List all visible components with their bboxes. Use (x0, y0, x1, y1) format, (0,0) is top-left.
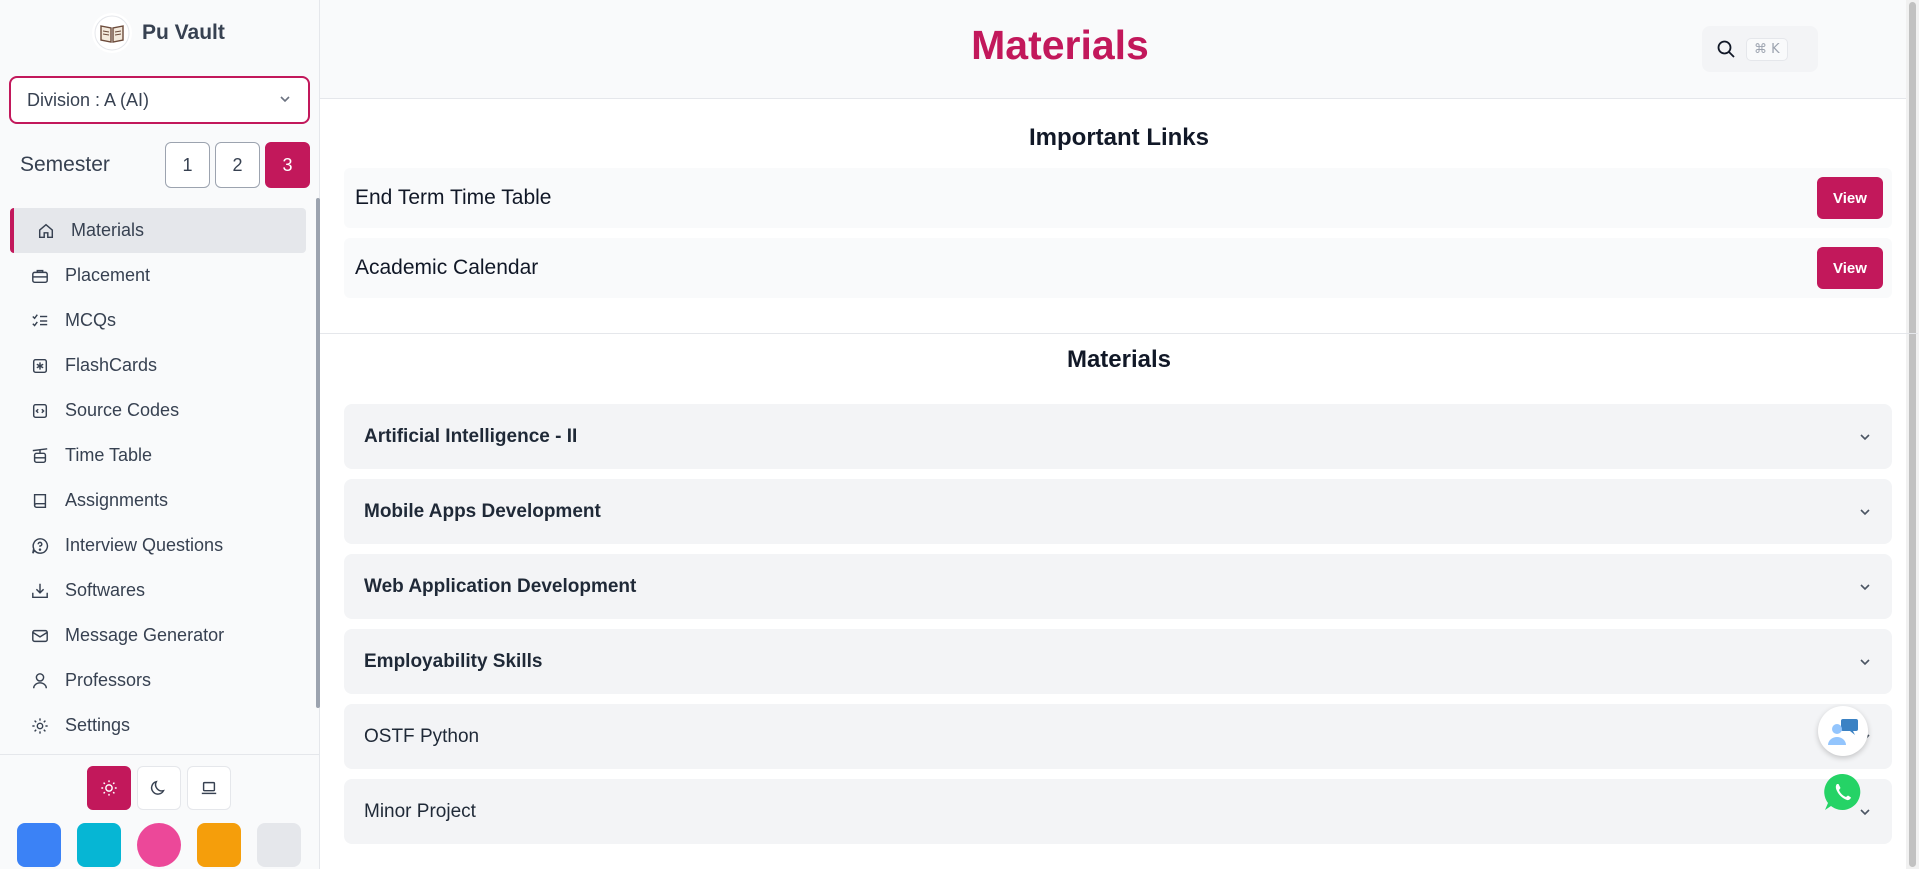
gear-icon (30, 716, 50, 736)
dark-mode-button[interactable] (137, 766, 181, 810)
code-file-icon (30, 401, 50, 421)
briefcase-icon (30, 266, 50, 286)
accordion-item[interactable]: Employability Skills (344, 629, 1892, 694)
semester-label: Semester (20, 153, 110, 176)
accordion-title: Artificial Intelligence - II (364, 425, 578, 447)
sidebar-item-label: Time Table (65, 445, 153, 465)
sidebar-item-label: Settings (65, 715, 131, 735)
sidebar-item-label: FlashCards (65, 355, 158, 375)
swatch-gray[interactable] (257, 823, 301, 867)
search-button[interactable]: ⌘ K (1702, 26, 1818, 72)
laptop-icon (201, 781, 217, 795)
sidebar-footer (0, 754, 320, 869)
sidebar-item-label: Softwares (65, 580, 146, 600)
sidebar-item-interview-questions[interactable]: Interview Questions (10, 523, 306, 568)
sidebar-item-flashcards[interactable]: FlashCards (10, 343, 306, 388)
sidebar: Pu Vault Division : A (AI) Semester 1 2 … (0, 0, 320, 869)
brand[interactable]: Pu Vault (92, 12, 225, 54)
search-shortcut: ⌘ K (1746, 37, 1788, 61)
system-mode-button[interactable] (187, 766, 231, 810)
division-select[interactable]: Division : A (AI) (9, 76, 310, 124)
search-icon (1717, 40, 1735, 58)
swatch-cyan[interactable] (77, 823, 121, 867)
sidebar-item-professors[interactable]: Professors (10, 658, 306, 703)
top-bar: Materials ⌘ K (320, 0, 1919, 99)
chevron-down-icon (1860, 433, 1870, 440)
semester-button-1[interactable]: 1 (165, 142, 210, 188)
accordion-item[interactable]: OSTF Python (344, 704, 1892, 769)
sidebar-item-settings[interactable]: Settings (10, 703, 306, 748)
whatsapp-icon (1824, 773, 1861, 810)
cable-car-icon (30, 446, 50, 466)
flashcard-icon (30, 356, 50, 376)
user-icon (30, 671, 50, 691)
accordion-item[interactable]: Mobile Apps Development (344, 479, 1892, 544)
swatch-orange[interactable] (197, 823, 241, 867)
chat-support-icon (1828, 719, 1858, 745)
link-row: Academic Calendar View (344, 238, 1892, 298)
sidebar-nav: Materials Placement MCQs FlashCards Sour… (10, 208, 306, 748)
page-title: Materials (971, 22, 1149, 68)
division-value: Division : A (AI) (27, 89, 150, 110)
book-icon (30, 491, 50, 511)
chevron-down-icon (1860, 583, 1870, 590)
accordion-title: Employability Skills (364, 650, 543, 672)
sidebar-scrollbar[interactable] (316, 198, 320, 708)
semester-button-2[interactable]: 2 (215, 142, 260, 188)
view-button[interactable]: View (1817, 247, 1883, 289)
sidebar-item-label: MCQs (65, 310, 116, 330)
home-icon (36, 221, 56, 241)
link-label: End Term Time Table (355, 186, 552, 209)
accordion-title: OSTF Python (364, 725, 480, 747)
sidebar-item-label: Materials (71, 220, 145, 240)
mail-icon (30, 626, 50, 646)
list-checks-icon (30, 311, 50, 331)
view-button[interactable]: View (1817, 177, 1883, 219)
sidebar-item-label: Interview Questions (65, 535, 224, 555)
sidebar-item-label: Placement (65, 265, 151, 285)
link-row: End Term Time Table View (344, 168, 1892, 228)
important-links-heading: Important Links (1028, 124, 1209, 151)
accordion-item[interactable]: Web Application Development (344, 554, 1892, 619)
sidebar-item-label: Assignments (65, 490, 169, 510)
swatch-blue[interactable] (17, 823, 61, 867)
materials-heading: Materials (1066, 346, 1172, 373)
chat-support-button[interactable] (1818, 706, 1868, 756)
light-mode-button[interactable] (87, 766, 131, 810)
theme-switcher (87, 766, 231, 810)
moon-icon (150, 780, 165, 795)
sidebar-item-mcqs[interactable]: MCQs (10, 298, 306, 343)
accordion-title: Minor Project (364, 800, 476, 822)
sidebar-item-source-codes[interactable]: Source Codes (10, 388, 306, 433)
sidebar-item-placement[interactable]: Placement (10, 253, 306, 298)
sidebar-item-materials[interactable]: Materials (10, 208, 306, 253)
sidebar-item-message-generator[interactable]: Message Generator (10, 613, 306, 658)
sidebar-item-softwares[interactable]: Softwares (10, 568, 306, 613)
accordion-item[interactable]: Minor Project (344, 779, 1892, 844)
sidebar-item-time-table[interactable]: Time Table (10, 433, 306, 478)
chevron-down-icon (1860, 508, 1870, 515)
chevron-down-icon (1860, 658, 1870, 665)
swatch-pink[interactable] (137, 823, 181, 867)
brand-name: Pu Vault (142, 21, 225, 44)
sun-icon (101, 780, 117, 796)
sidebar-item-label: Source Codes (65, 400, 180, 420)
semester-selector: Semester 1 2 3 (20, 142, 310, 188)
accordion-item[interactable]: Artificial Intelligence - II (344, 404, 1892, 469)
whatsapp-button[interactable] (1818, 767, 1868, 817)
semester-button-3[interactable]: 3 (265, 142, 310, 188)
section-divider (320, 333, 1918, 334)
help-bubble-icon (30, 536, 50, 556)
book-logo-icon (92, 13, 132, 53)
link-label: Academic Calendar (355, 256, 539, 279)
accordion-title: Web Application Development (364, 575, 637, 597)
accent-swatches (17, 823, 301, 867)
chevron-down-icon (278, 90, 292, 111)
download-icon (30, 581, 50, 601)
sidebar-item-label: Professors (65, 670, 152, 690)
sidebar-item-label: Message Generator (65, 625, 225, 645)
accordion-title: Mobile Apps Development (364, 500, 601, 522)
sidebar-item-assignments[interactable]: Assignments (10, 478, 306, 523)
